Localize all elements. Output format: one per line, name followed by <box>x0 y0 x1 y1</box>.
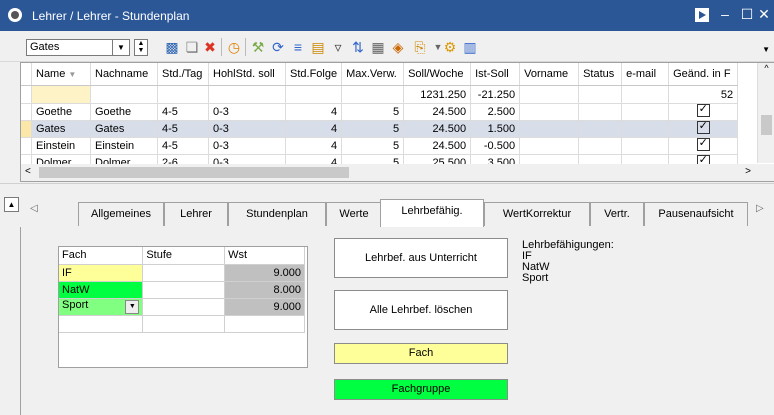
minimize-button[interactable]: – <box>716 0 734 31</box>
play-icon[interactable] <box>692 0 712 31</box>
tab-vertr[interactable]: Vertr. <box>590 202 644 226</box>
toolbar-overflow-icon[interactable]: ▼ <box>762 45 770 54</box>
table-row[interactable]: Gates Gates 4-5 0-3 4 5 24.500 1.500 <box>21 120 739 138</box>
fachgruppe-button[interactable]: Fachgruppe <box>334 379 508 400</box>
tree-icon[interactable]: ◈ <box>390 39 406 55</box>
tab-scroll-right-icon[interactable]: ▷ <box>756 203 764 214</box>
checkbox[interactable] <box>696 121 710 134</box>
tools-icon[interactable]: ⚒ <box>250 39 266 55</box>
table-row[interactable]: Goethe Goethe 4-5 0-3 4 5 24.500 2.500 <box>21 103 739 121</box>
refresh-icon[interactable]: ⟳ <box>270 39 286 55</box>
list-icon[interactable]: ≡ <box>290 39 306 55</box>
scroll-thumb[interactable] <box>761 115 772 135</box>
close-button[interactable]: ✕ <box>754 0 774 31</box>
sort-icon[interactable]: ⇅ <box>350 39 366 55</box>
sum-ist-soll: -21.250 <box>470 85 521 104</box>
toolbar-separator <box>221 38 222 56</box>
tab-scroll-left-icon[interactable]: ◁ <box>30 203 38 214</box>
delete-all-lehrbef-button[interactable]: Alle Lehrbef. löschen <box>334 290 508 330</box>
fach-row-empty[interactable] <box>59 315 305 333</box>
column-header-std-tag[interactable]: Std./Tag <box>157 63 209 86</box>
column-header-status[interactable]: Status <box>578 63 623 86</box>
column-header-ist-soll[interactable]: Ist-Soll <box>470 63 521 86</box>
fach-row[interactable]: Sport ▼ 9.000 <box>59 298 305 316</box>
lehrbef-from-lessons-button[interactable]: Lehrbef. aus Unterricht <box>334 238 508 278</box>
collapse-panel-icon[interactable]: ▲ <box>4 197 19 212</box>
row-indicator-header <box>21 63 32 86</box>
teacher-icon[interactable]: ▩ <box>164 39 180 55</box>
app-icon <box>8 8 22 22</box>
delete-icon[interactable]: ✖ <box>202 39 218 55</box>
column-header-name[interactable]: Name ▼ <box>31 63 91 86</box>
teacher-grid[interactable]: Name ▼ Nachname Std./Tag HohlStd. soll S… <box>20 62 774 182</box>
calendar-icon[interactable]: ▥ <box>462 39 478 55</box>
tab-werte[interactable]: Werte <box>326 202 382 226</box>
fach-header: Fach <box>59 247 144 265</box>
grid-header-row: Name ▼ Nachname Std./Tag HohlStd. soll S… <box>21 63 739 86</box>
report-icon[interactable]: ▤ <box>310 39 326 55</box>
fach-row[interactable]: IF 9.000 <box>59 264 305 282</box>
lehrbef-heading: Lehrbefähigungen: <box>522 239 614 251</box>
fach-table-header: Fach Stufe Wst <box>59 247 305 265</box>
sum-geaendert: 52 <box>668 85 739 104</box>
checkbox[interactable] <box>696 104 710 117</box>
window-title: Lehrer / Lehrer - Stundenplan <box>32 9 190 23</box>
sort-arrow-icon: ▼ <box>68 70 77 79</box>
export-icon[interactable]: ⎘ <box>412 39 428 55</box>
title-bar: Lehrer / Lehrer - Stundenplan – ☐ ✕ <box>0 0 774 31</box>
chevron-down-icon[interactable]: ▼ <box>125 300 140 314</box>
new-icon[interactable]: ❏ <box>184 39 200 55</box>
teacher-select[interactable]: Gates ▼ <box>26 39 130 56</box>
toolbar-separator <box>245 38 246 56</box>
checkbox[interactable] <box>696 138 710 151</box>
table-row[interactable]: Einstein Einstein 4-5 0-3 4 5 24.500 -0.… <box>21 137 739 155</box>
wst-header: Wst <box>224 247 305 265</box>
column-header-hohlstd[interactable]: HohlStd. soll <box>208 63 286 86</box>
grid-horizontal-scrollbar[interactable]: < > <box>21 164 774 181</box>
chevron-down-icon[interactable]: ▼ <box>112 40 129 55</box>
sum-soll-woche: 1231.250 <box>403 85 472 104</box>
tab-stundenplan[interactable]: Stundenplan <box>228 202 326 226</box>
fach-button[interactable]: Fach <box>334 343 508 364</box>
column-header-nachname[interactable]: Nachname <box>90 63 158 86</box>
scroll-right-icon[interactable]: > <box>745 166 751 177</box>
settings-icon[interactable]: ⚙ <box>442 39 458 55</box>
tab-lehrbefaehig[interactable]: Lehrbefähig. <box>380 199 484 228</box>
filter-icon[interactable]: ▿ <box>330 39 346 55</box>
lehrbef-summary: Lehrbefähigungen: IF NatW Sport <box>522 240 632 284</box>
column-header-email[interactable]: e-mail <box>621 63 670 86</box>
grid-summary-row: 1231.250 -21.250 52 <box>21 85 739 104</box>
grid-vertical-scrollbar[interactable]: ^ <box>757 63 774 163</box>
scroll-left-icon[interactable]: < <box>25 166 31 177</box>
stufe-header: Stufe <box>142 247 226 265</box>
scroll-up-icon[interactable]: ^ <box>758 63 774 73</box>
tab-pausenaufsicht[interactable]: Pausenaufsicht <box>644 202 748 226</box>
column-header-max-verw[interactable]: Max.Verw. <box>341 63 405 86</box>
spin-button[interactable]: ▲ ▼ <box>134 39 148 56</box>
tab-lehrer[interactable]: Lehrer <box>164 202 228 226</box>
column-header-geaendert[interactable]: Geänd. in F <box>668 63 739 86</box>
lehrbef-item: Sport <box>522 272 549 284</box>
fach-row[interactable]: NatW 8.000 <box>59 281 305 299</box>
detail-tabs: ◁ Allgemeines Lehrer Stundenplan Werte L… <box>20 199 774 228</box>
scroll-thumb[interactable] <box>39 167 349 178</box>
tab-allgemeines[interactable]: Allgemeines <box>78 202 164 226</box>
column-header-vorname[interactable]: Vorname <box>519 63 580 86</box>
columns-icon[interactable]: ▦ <box>370 39 386 55</box>
clock-icon[interactable]: ◷ <box>226 39 242 55</box>
toolbar: Gates ▼ ▲ ▼ ▩ ❏ ✖ ◷ ⚒ ⟳ ≡ ▤ ▿ ⇅ ▦ ◈ ⎘ ▼ ⚙… <box>0 31 774 62</box>
column-header-soll-woche[interactable]: Soll/Woche <box>403 63 472 86</box>
teacher-select-value: Gates <box>30 41 60 53</box>
column-header-std-folge[interactable]: Std.Folge <box>285 63 343 86</box>
tab-wertkorrektur[interactable]: WertKorrektur <box>484 202 590 226</box>
splitter[interactable] <box>0 183 774 194</box>
fach-table[interactable]: Fach Stufe Wst IF 9.000 NatW 8.000 Sport… <box>58 246 308 368</box>
